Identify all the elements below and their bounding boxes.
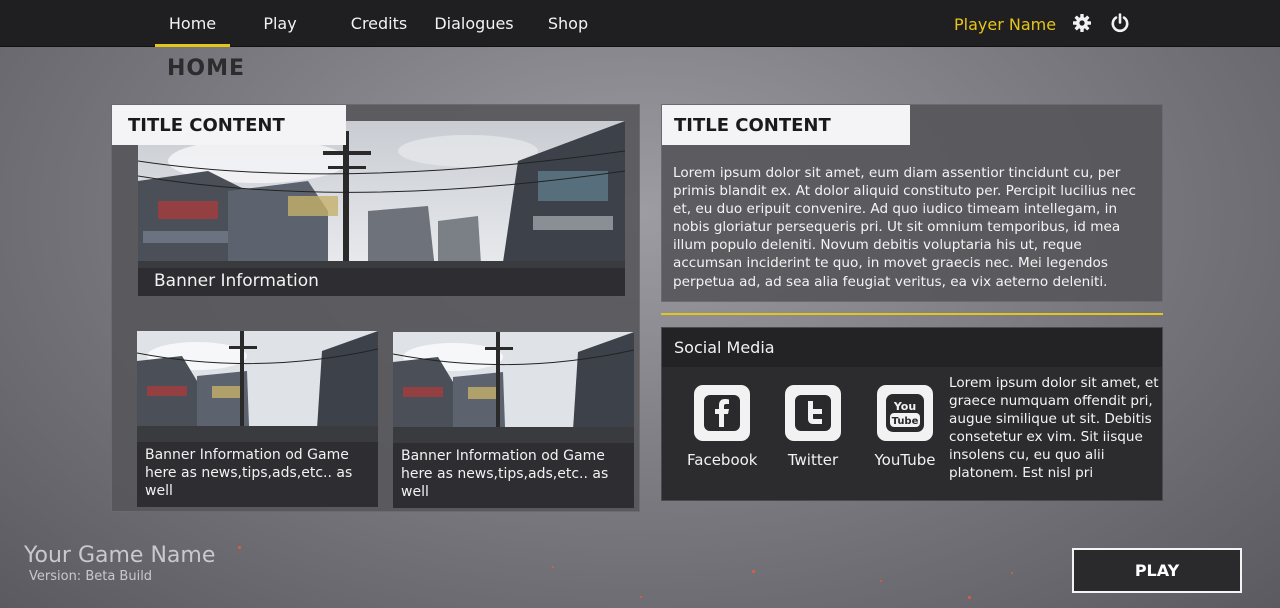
right-panel-title: TITLE CONTENT bbox=[662, 105, 910, 145]
facebook-label: Facebook bbox=[687, 451, 758, 469]
version-label: Version: Beta Build bbox=[29, 569, 153, 584]
news-banner-1[interactable]: Banner Information od Game here as news,… bbox=[137, 331, 378, 507]
facebook-button[interactable]: Facebook bbox=[687, 385, 757, 469]
player-name[interactable]: Player Name bbox=[954, 0, 1056, 47]
main-banner-caption: Banner Information bbox=[138, 268, 625, 296]
news-banner-1-caption: Banner Information od Game here as news,… bbox=[137, 442, 378, 507]
play-button[interactable]: PLAY bbox=[1072, 548, 1242, 593]
ember-particle bbox=[752, 570, 755, 573]
twitter-icon bbox=[785, 385, 841, 441]
game-name: Your Game Name bbox=[24, 543, 216, 568]
gear-icon[interactable] bbox=[1072, 13, 1092, 33]
youtube-icon: You Tube bbox=[877, 385, 933, 441]
nav-tab-play[interactable]: Play bbox=[255, 0, 305, 47]
social-media-heading: Social Media bbox=[662, 328, 1162, 367]
news-banner-2[interactable]: Banner Information od Game here as news,… bbox=[393, 332, 634, 508]
ember-particle bbox=[1011, 572, 1013, 574]
main-banner[interactable]: Banner Information bbox=[138, 121, 625, 296]
info-panel: TITLE CONTENT Lorem ipsum dolor sit amet… bbox=[661, 104, 1163, 302]
nav-tab-shop[interactable]: Shop bbox=[543, 0, 593, 47]
nav-tab-credits[interactable]: Credits bbox=[345, 0, 413, 47]
page-title: HOME bbox=[167, 56, 246, 81]
ember-particle bbox=[640, 596, 642, 598]
youtube-label: YouTube bbox=[874, 451, 936, 469]
ember-particle bbox=[968, 596, 971, 599]
nav-tab-dialogues[interactable]: Dialogues bbox=[434, 0, 514, 47]
info-panel-body: Lorem ipsum dolor sit amet, eum diam ass… bbox=[673, 165, 1136, 290]
ember-particle bbox=[880, 580, 882, 582]
section-divider bbox=[661, 313, 1163, 315]
youtube-logo-you: You bbox=[893, 400, 916, 413]
featured-panel: Banner Information TITLE CONTENT Banner … bbox=[111, 104, 640, 512]
ember-particle bbox=[238, 546, 241, 549]
left-panel-title: TITLE CONTENT bbox=[112, 105, 346, 145]
youtube-button[interactable]: You Tube YouTube bbox=[870, 385, 940, 469]
facebook-icon bbox=[694, 385, 750, 441]
twitter-button[interactable]: Twitter bbox=[778, 385, 848, 469]
top-nav-bar: Home Play Credits Dialogues Shop Player … bbox=[0, 0, 1280, 47]
nav-tab-home[interactable]: Home bbox=[155, 0, 230, 47]
news-banner-2-caption: Banner Information od Game here as news,… bbox=[393, 443, 634, 508]
youtube-logo-tube: Tube bbox=[892, 416, 919, 427]
social-media-text: Lorem ipsum dolor sit amet, et graece nu… bbox=[949, 375, 1159, 482]
ember-particle bbox=[552, 566, 554, 568]
power-icon[interactable] bbox=[1110, 13, 1130, 33]
twitter-label: Twitter bbox=[787, 451, 839, 469]
social-media-panel: Social Media Facebook Twitter You Tube Y… bbox=[661, 327, 1163, 501]
